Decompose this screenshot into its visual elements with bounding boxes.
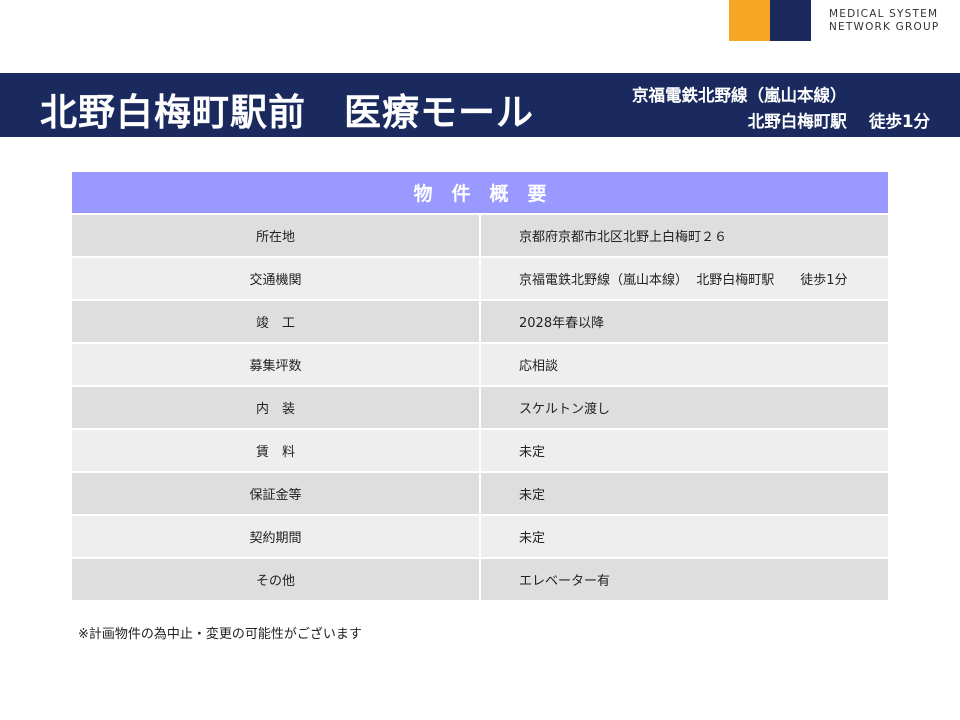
- table-row: 竣 工 2028年春以降: [72, 300, 888, 344]
- row-value: 京福電鉄北野線（嵐山本線） 北野白梅町駅 徒歩1分: [480, 257, 888, 301]
- logo-mark-navy: [770, 0, 811, 41]
- row-label: 保証金等: [72, 472, 481, 516]
- table-row: 賃 料 未定: [72, 429, 888, 473]
- row-value: 2028年春以降: [480, 300, 888, 344]
- row-label: 所在地: [72, 214, 481, 258]
- footnote: ※計画物件の為中止・変更の可能性がございます: [78, 627, 362, 642]
- row-value: 未定: [480, 472, 888, 516]
- row-value: 未定: [480, 429, 888, 473]
- logo-mark-orange: [729, 0, 770, 41]
- row-value: 京都府京都市北区北野上白梅町２６: [480, 214, 888, 258]
- row-label: 契約期間: [72, 515, 481, 559]
- table-row: その他 エレベーター有: [72, 558, 888, 602]
- table-row: 所在地 京都府京都市北区北野上白梅町２６: [72, 214, 888, 258]
- row-label: その他: [72, 558, 481, 602]
- row-label: 募集坪数: [72, 343, 481, 387]
- table-row: 内 装 スケルトン渡し: [72, 386, 888, 430]
- title-banner: 北野白梅町駅前 医療モール 京福電鉄北野線（嵐山本線） 北野白梅町駅 徒歩1分: [0, 73, 960, 137]
- page-title: 北野白梅町駅前 医療モール: [40, 91, 534, 134]
- table-row: 契約期間 未定: [72, 515, 888, 559]
- table-heading: 物 件 概 要: [72, 172, 888, 215]
- logo-line-2: NETWORK GROUP: [829, 21, 940, 33]
- row-label: 賃 料: [72, 429, 481, 473]
- row-value: 応相談: [480, 343, 888, 387]
- access-station: 北野白梅町駅 徒歩1分: [747, 112, 930, 131]
- company-logo-text: MEDICAL SYSTEM NETWORK GROUP: [829, 8, 954, 34]
- row-value: エレベーター有: [480, 558, 888, 602]
- row-label: 竣 工: [72, 300, 481, 344]
- logo-line-1: MEDICAL SYSTEM: [829, 8, 939, 20]
- row-label: 交通機関: [72, 257, 481, 301]
- property-overview-table: 物 件 概 要 所在地 京都府京都市北区北野上白梅町２６ 交通機関 京福電鉄北野…: [72, 172, 888, 602]
- row-value: スケルトン渡し: [480, 386, 888, 430]
- access-line-name: 京福電鉄北野線（嵐山本線）: [632, 86, 847, 105]
- table-row: 保証金等 未定: [72, 472, 888, 516]
- row-value: 未定: [480, 515, 888, 559]
- row-label: 内 装: [72, 386, 481, 430]
- table-row: 募集坪数 応相談: [72, 343, 888, 387]
- table-row: 交通機関 京福電鉄北野線（嵐山本線） 北野白梅町駅 徒歩1分: [72, 257, 888, 301]
